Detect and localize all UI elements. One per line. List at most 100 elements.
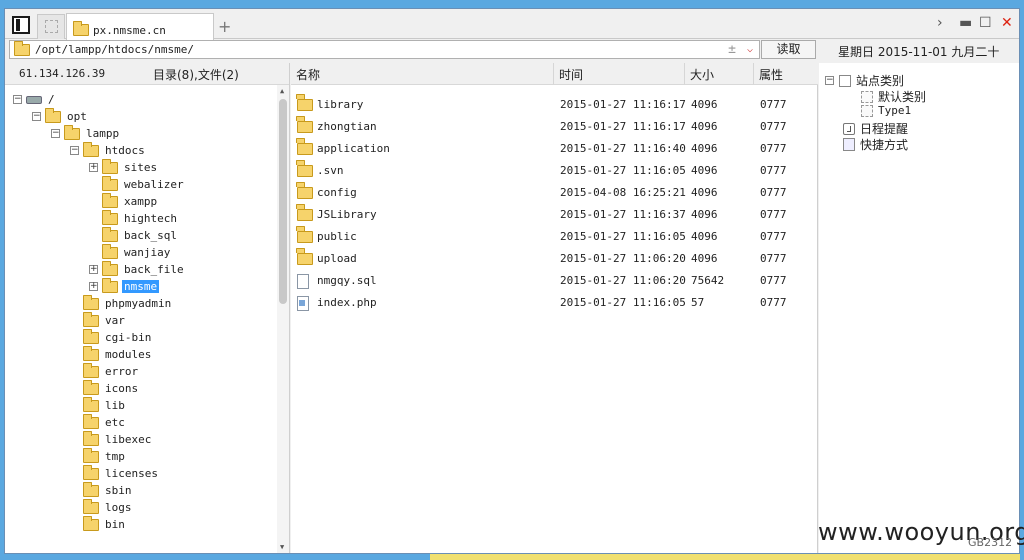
file-attr: 0777 <box>760 142 787 155</box>
maximize-button[interactable]: ☐ <box>979 15 992 31</box>
minimize-button[interactable]: ▬ <box>959 15 972 31</box>
file-size: 4096 <box>691 186 718 199</box>
path-input[interactable]: /opt/lampp/htdocs/nmsme/ ± ⌵ <box>9 40 760 59</box>
blank-page-icon <box>45 20 58 33</box>
tree-node[interactable]: licenses <box>70 464 160 482</box>
file-row[interactable]: JSLibrary 2015-01-27 11:16:37 4096 0777 <box>291 204 818 226</box>
category-item-icon <box>861 104 873 117</box>
folder-icon <box>83 515 99 531</box>
tree-scrollbar[interactable]: ▲ ▼ <box>277 85 289 553</box>
dir-summary: 目录(8),文件(2) <box>153 68 239 82</box>
read-button[interactable]: 读取 <box>761 40 816 59</box>
tree-node-label: back_file <box>124 263 184 276</box>
tree-node[interactable]: tmp <box>70 447 127 465</box>
tree-node[interactable]: + sites <box>89 158 159 176</box>
tree-node[interactable]: back_sql <box>89 226 179 244</box>
address-bar: /opt/lampp/htdocs/nmsme/ ± ⌵ 读取 星期日 2015… <box>5 39 1019 61</box>
tree-node[interactable]: webalizer <box>89 175 186 193</box>
tree-node[interactable]: xampp <box>89 192 159 210</box>
tree-node[interactable]: sbin <box>70 481 134 499</box>
file-row[interactable]: config 2015-04-08 16:25:21 4096 0777 <box>291 182 818 204</box>
folder-icon <box>83 141 99 157</box>
expand-icon[interactable]: + <box>89 282 98 291</box>
folder-icon <box>45 107 61 123</box>
tree-node[interactable]: error <box>70 362 140 380</box>
column-attr[interactable]: 属性 <box>754 63 818 85</box>
scroll-up-icon[interactable]: ▲ <box>280 87 284 95</box>
tree-node[interactable]: wanjiay <box>89 243 172 261</box>
app-panel-icon[interactable] <box>12 16 30 34</box>
tree-node-type1[interactable]: Type1 <box>861 104 911 117</box>
favorite-icon[interactable]: ± <box>728 42 736 57</box>
chevron-down-icon[interactable]: ⌵ <box>747 44 753 55</box>
tab-blank[interactable] <box>37 14 65 39</box>
tree-node[interactable]: icons <box>70 379 140 397</box>
tab-active[interactable]: px.nmsme.cn <box>66 13 214 40</box>
category-item-icon <box>861 90 873 103</box>
file-row[interactable]: nmgqy.sql 2015-01-27 11:06:20 75642 0777 <box>291 270 818 292</box>
tree-node-label: lib <box>105 399 125 412</box>
tree-node-site-category[interactable]: − 站点类别 <box>825 72 904 89</box>
tree-node-label: etc <box>105 416 125 429</box>
tree-node-shortcut[interactable]: 快捷方式 <box>843 136 908 153</box>
file-row[interactable]: zhongtian 2015-01-27 11:16:17 4096 0777 <box>291 116 818 138</box>
tree-node[interactable]: + nmsme <box>89 277 160 295</box>
tree-node[interactable]: modules <box>70 345 153 363</box>
tree-node-default-category[interactable]: 默认类别 <box>861 88 926 105</box>
tree-node[interactable]: − htdocs <box>70 141 147 159</box>
tree-node[interactable]: cgi-bin <box>70 328 153 346</box>
tree-node[interactable]: − opt <box>32 107 89 125</box>
add-tab-button[interactable]: + <box>218 17 231 36</box>
folder-icon <box>297 142 313 155</box>
chevron-right-icon[interactable]: › <box>937 15 943 31</box>
folder-icon <box>102 175 118 191</box>
tree-node-label: opt <box>67 110 87 123</box>
expand-icon[interactable]: + <box>89 265 98 274</box>
file-time: 2015-01-27 11:16:05 <box>560 230 686 243</box>
file-row[interactable]: .svn 2015-01-27 11:16:05 4096 0777 <box>291 160 818 182</box>
collapse-icon[interactable]: − <box>51 129 60 138</box>
file-attr: 0777 <box>760 296 787 309</box>
tree-node[interactable]: bin <box>70 515 127 533</box>
column-name[interactable]: 名称 <box>291 63 554 85</box>
collapse-icon[interactable]: − <box>13 95 22 104</box>
tree-node[interactable]: var <box>70 311 127 329</box>
file-row[interactable]: library 2015-01-27 11:16:17 4096 0777 <box>291 94 818 116</box>
collapse-icon[interactable]: − <box>70 146 79 155</box>
file-row[interactable]: application 2015-01-27 11:16:40 4096 0777 <box>291 138 818 160</box>
column-size[interactable]: 大小 <box>685 63 754 85</box>
tree-node[interactable]: − / <box>13 91 57 108</box>
tree-node[interactable]: − lampp <box>51 124 121 142</box>
tree-node-schedule[interactable]: 日程提醒 <box>843 120 908 137</box>
file-time: 2015-01-27 11:06:20 <box>560 274 686 287</box>
tree-node[interactable]: logs <box>70 498 134 516</box>
file-name: zhongtian <box>317 120 377 133</box>
folder-icon <box>83 328 99 344</box>
column-time[interactable]: 时间 <box>554 63 685 85</box>
app-window: px.nmsme.cn + › ▬ ☐ ✕ /opt/lampp/htdocs/… <box>4 8 1020 554</box>
folder-icon <box>83 345 99 361</box>
file-name: JSLibrary <box>317 208 377 221</box>
scroll-down-icon[interactable]: ▼ <box>280 543 284 551</box>
folder-icon <box>297 230 313 243</box>
scroll-thumb[interactable] <box>279 99 287 304</box>
clock-icon <box>843 122 855 135</box>
tree-node[interactable]: hightech <box>89 209 179 227</box>
tree-node[interactable]: etc <box>70 413 127 431</box>
tree-node[interactable]: phpmyadmin <box>70 294 173 312</box>
file-row[interactable]: index.php 2015-01-27 11:16:05 57 0777 <box>291 292 818 314</box>
expand-icon[interactable]: + <box>89 163 98 172</box>
collapse-icon[interactable]: − <box>32 112 41 121</box>
tree-node[interactable]: libexec <box>70 430 153 448</box>
file-row[interactable]: public 2015-01-27 11:16:05 4096 0777 <box>291 226 818 248</box>
close-button[interactable]: ✕ <box>1001 15 1013 31</box>
drive-icon <box>26 95 42 104</box>
tree-node[interactable]: + back_file <box>89 260 186 278</box>
tree-node[interactable]: lib <box>70 396 127 414</box>
folder-icon <box>83 481 99 497</box>
folder-icon <box>102 260 118 276</box>
file-row[interactable]: upload 2015-01-27 11:06:20 4096 0777 <box>291 248 818 270</box>
collapse-icon[interactable]: − <box>825 76 834 85</box>
